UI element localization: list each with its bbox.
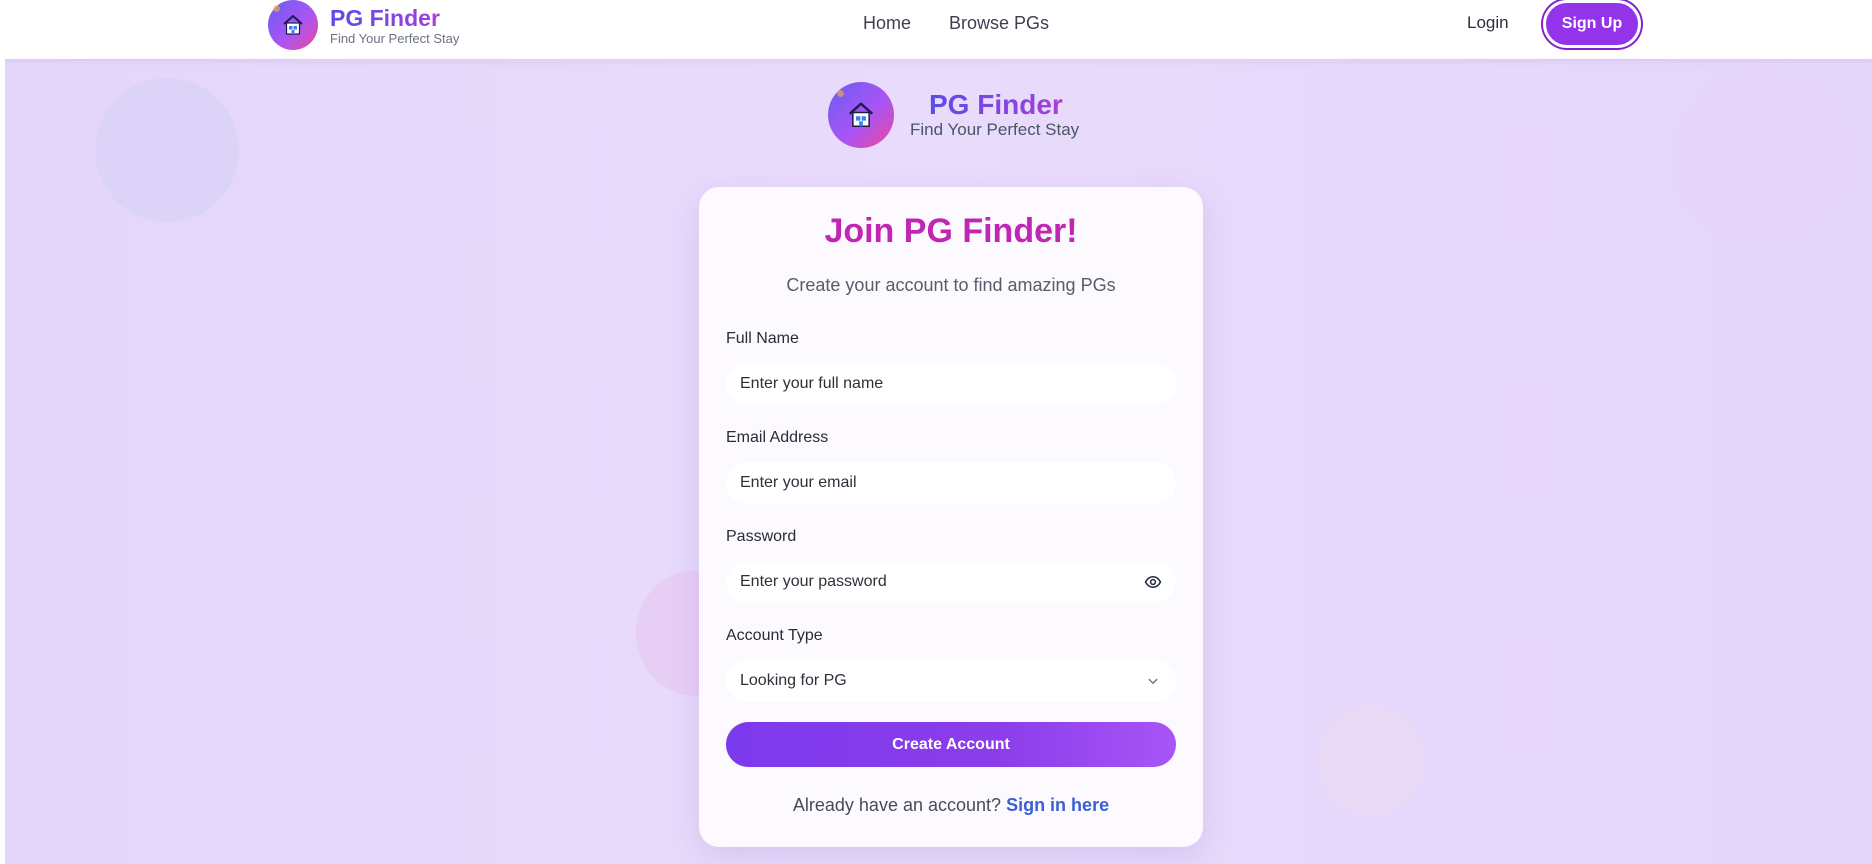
account-type-select[interactable]: Looking for PG xyxy=(726,660,1176,702)
header-brand-subtitle: Find Your Perfect Stay xyxy=(330,31,460,46)
create-account-button[interactable]: Create Account xyxy=(726,722,1176,767)
signin-prompt: Already have an account? xyxy=(792,795,1002,815)
chevron-down-icon xyxy=(1148,678,1158,684)
account-type-value: Looking for PG xyxy=(740,672,847,689)
login-link[interactable]: Login xyxy=(1467,13,1509,33)
hero-brand-title: PG Finder xyxy=(929,89,1063,120)
decorative-circle xyxy=(1672,70,1852,246)
signin-link[interactable]: Sign in here xyxy=(1006,795,1109,815)
full-name-input[interactable]: Enter your full name xyxy=(726,363,1176,405)
top-navbar: PG Finder Find Your Perfect Stay Home Br… xyxy=(5,0,1872,59)
password-input[interactable]: Enter your password xyxy=(726,561,1176,603)
email-input[interactable]: Enter your email xyxy=(726,462,1176,504)
nav-browse-pgs[interactable]: Browse PGs xyxy=(949,13,1049,34)
window-edge xyxy=(0,0,5,864)
logo-dot xyxy=(837,90,844,97)
house-icon xyxy=(283,15,303,35)
form-subtitle: Create your account to find amazing PGs xyxy=(786,275,1116,295)
full-name-placeholder: Enter your full name xyxy=(740,375,884,392)
hero-logo xyxy=(828,82,894,148)
decorative-circle xyxy=(1318,706,1424,816)
signup-card: Join PG Finder! Create your account to f… xyxy=(699,187,1203,847)
house-icon xyxy=(848,102,874,127)
password-placeholder: Enter your password xyxy=(740,573,887,590)
form-title: Join PG Finder! xyxy=(824,212,1078,250)
decorative-circle xyxy=(95,78,239,222)
header-logo[interactable] xyxy=(268,0,318,50)
account-type-label: Account Type xyxy=(726,627,823,644)
header-brand-title[interactable]: PG Finder xyxy=(330,5,440,32)
nav-home[interactable]: Home xyxy=(863,13,911,34)
eye-icon[interactable] xyxy=(1144,573,1162,591)
signin-row: Already have an account? Sign in here xyxy=(699,795,1203,816)
signup-button[interactable]: Sign Up xyxy=(1543,0,1641,48)
email-placeholder: Enter your email xyxy=(740,474,857,491)
logo-dot xyxy=(273,5,280,12)
password-label: Password xyxy=(726,528,797,545)
full-name-label: Full Name xyxy=(726,330,799,347)
email-label: Email Address xyxy=(726,429,829,446)
hero-brand-subtitle: Find Your Perfect Stay xyxy=(910,120,1080,139)
